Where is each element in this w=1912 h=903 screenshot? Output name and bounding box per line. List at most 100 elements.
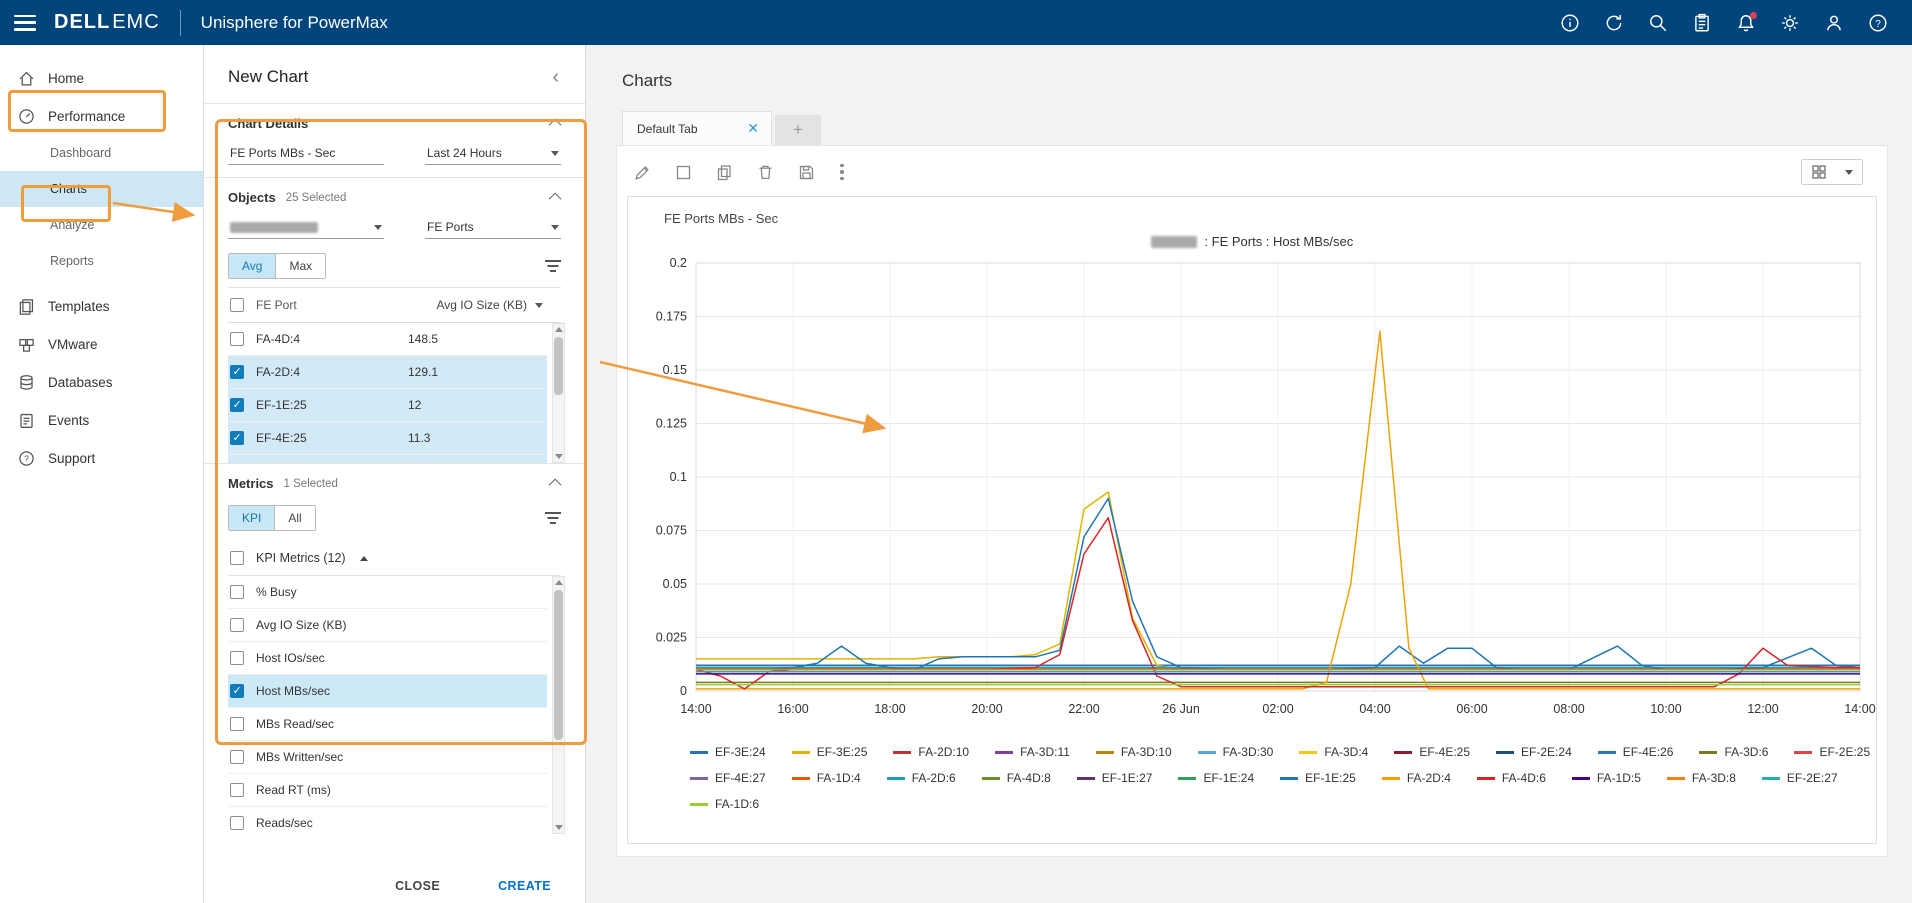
filter-icon[interactable]: [545, 512, 561, 524]
sidebar-item-performance[interactable]: Performance: [0, 97, 203, 135]
fe-port-row[interactable]: EF-1E:2512: [228, 389, 547, 422]
collapse-group-icon[interactable]: [360, 556, 368, 561]
collapse-section-icon[interactable]: [549, 479, 562, 492]
metric-row[interactable]: % Busy: [228, 576, 547, 609]
legend-item[interactable]: EF-3E:24: [690, 745, 766, 759]
legend-item[interactable]: EF-2E:27: [1762, 771, 1838, 785]
legend-item[interactable]: FA-1D:5: [1572, 771, 1641, 785]
row-checkbox[interactable]: [230, 365, 244, 379]
metrics-all-button[interactable]: All: [274, 506, 314, 530]
agg-avg-button[interactable]: Avg: [229, 254, 275, 278]
agg-max-button[interactable]: Max: [275, 254, 325, 278]
legend-item[interactable]: FA-2D:10: [893, 745, 969, 759]
sidebar-item-dashboard[interactable]: Dashboard: [0, 135, 203, 171]
sidebar-item-databases[interactable]: Databases: [0, 363, 203, 401]
metrics-scrollbar[interactable]: [552, 576, 565, 834]
collapse-section-icon[interactable]: [549, 193, 562, 206]
legend-item[interactable]: EF-4E:25: [1394, 745, 1470, 759]
legend-item[interactable]: EF-1E:25: [1280, 771, 1356, 785]
scroll-thumb[interactable]: [554, 337, 563, 395]
legend-item[interactable]: FA-1D:4: [792, 771, 861, 785]
scroll-up-icon[interactable]: [555, 580, 563, 585]
row-checkbox[interactable]: [230, 431, 244, 445]
delete-trash-icon[interactable]: [756, 163, 775, 182]
select-all-checkbox[interactable]: [230, 298, 244, 312]
metric-row[interactable]: Avg IO Size (KB): [228, 609, 547, 642]
legend-item[interactable]: EF-1E:27: [1077, 771, 1153, 785]
sidebar-item-support[interactable]: ? Support: [0, 439, 203, 477]
sidebar-item-analyze[interactable]: Analyze: [0, 207, 203, 243]
metric-checkbox[interactable]: [230, 585, 244, 599]
scroll-down-icon[interactable]: [555, 825, 563, 830]
legend-item[interactable]: FA-3D:11: [995, 745, 1070, 759]
metric-row[interactable]: Host IOs/sec: [228, 642, 547, 675]
legend-item[interactable]: FA-2D:4: [1382, 771, 1451, 785]
metric-checkbox[interactable]: [230, 717, 244, 731]
select-box-icon[interactable]: [674, 163, 693, 182]
legend-item[interactable]: FA-3D:6: [1699, 745, 1768, 759]
metric-checkbox[interactable]: [230, 816, 244, 830]
fe-port-row[interactable]: FA-4D:4148.5: [228, 323, 547, 356]
add-tab-button[interactable]: +: [775, 115, 821, 145]
alerts-bell-icon[interactable]: [1736, 13, 1756, 33]
metric-row[interactable]: Read RT (ms): [228, 774, 547, 807]
metric-row[interactable]: Reads/sec: [228, 807, 547, 834]
legend-item[interactable]: EF-4E:26: [1598, 745, 1674, 759]
legend-item[interactable]: EF-4E:27: [690, 771, 766, 785]
legend-item[interactable]: EF-3E:25: [792, 745, 868, 759]
settings-gear-icon[interactable]: [1780, 13, 1800, 33]
objects-scrollbar[interactable]: [552, 323, 565, 463]
sidebar-item-templates[interactable]: Templates: [0, 287, 203, 325]
search-icon[interactable]: [1648, 13, 1668, 33]
object-category-select[interactable]: FE Ports: [425, 217, 561, 239]
layout-view-dropdown[interactable]: [1801, 159, 1863, 185]
scroll-down-icon[interactable]: [555, 454, 563, 459]
filter-icon[interactable]: [545, 260, 561, 272]
sidebar-item-home[interactable]: Home: [0, 59, 203, 97]
refresh-icon[interactable]: [1604, 13, 1624, 33]
array-select[interactable]: [228, 217, 384, 239]
user-icon[interactable]: [1824, 13, 1844, 33]
scroll-thumb[interactable]: [554, 590, 563, 740]
create-button[interactable]: CREATE: [498, 879, 551, 893]
metric-checkbox[interactable]: [230, 750, 244, 764]
legend-item[interactable]: FA-1D:6: [690, 797, 759, 811]
legend-item[interactable]: FA-2D:6: [887, 771, 956, 785]
metrics-kpi-button[interactable]: KPI: [229, 506, 274, 530]
legend-item[interactable]: EF-2E:24: [1496, 745, 1572, 759]
chart-name-input[interactable]: FE Ports MBs - Sec: [228, 143, 384, 165]
metric-checkbox[interactable]: [230, 618, 244, 632]
more-options-icon[interactable]: [838, 164, 846, 181]
legend-item[interactable]: EF-2E:25: [1794, 745, 1870, 759]
legend-item[interactable]: FA-3D:4: [1299, 745, 1368, 759]
metric-row[interactable]: MBs Read/sec: [228, 708, 547, 741]
sidebar-item-reports[interactable]: Reports: [0, 243, 203, 279]
metric-row[interactable]: Host MBs/sec: [228, 675, 547, 708]
time-range-select[interactable]: Last 24 Hours: [425, 143, 561, 165]
help-icon[interactable]: ?: [1868, 13, 1888, 33]
legend-item[interactable]: EF-1E:24: [1178, 771, 1254, 785]
legend-item[interactable]: FA-3D:10: [1096, 745, 1172, 759]
fe-port-row[interactable]: EF-2E:2511.1: [228, 455, 547, 463]
fe-port-row[interactable]: EF-4E:2511.3: [228, 422, 547, 455]
legend-item[interactable]: FA-4D:6: [1477, 771, 1546, 785]
jobs-icon[interactable]: [1692, 13, 1712, 33]
save-icon[interactable]: [797, 163, 816, 182]
copy-icon[interactable]: [715, 163, 734, 182]
row-checkbox[interactable]: [230, 398, 244, 412]
info-icon[interactable]: [1560, 13, 1580, 33]
fe-port-row[interactable]: FA-2D:4129.1: [228, 356, 547, 389]
menu-icon[interactable]: [14, 15, 36, 31]
sidebar-item-vmware[interactable]: VMware: [0, 325, 203, 363]
line-chart[interactable]: 14:0016:0018:0020:0022:0026 Jun02:0004:0…: [638, 253, 1878, 739]
legend-item[interactable]: FA-4D:8: [982, 771, 1051, 785]
collapse-section-icon[interactable]: [549, 119, 562, 132]
scroll-up-icon[interactable]: [555, 327, 563, 332]
tab-close-icon[interactable]: ✕: [745, 120, 761, 137]
metric-checkbox[interactable]: [230, 783, 244, 797]
legend-item[interactable]: FA-3D:30: [1198, 745, 1274, 759]
kpi-group-checkbox[interactable]: [230, 551, 244, 565]
kpi-metrics-group-row[interactable]: KPI Metrics (12): [228, 541, 561, 576]
collapse-panel-icon[interactable]: ‹: [552, 70, 559, 84]
metric-checkbox[interactable]: [230, 684, 244, 698]
